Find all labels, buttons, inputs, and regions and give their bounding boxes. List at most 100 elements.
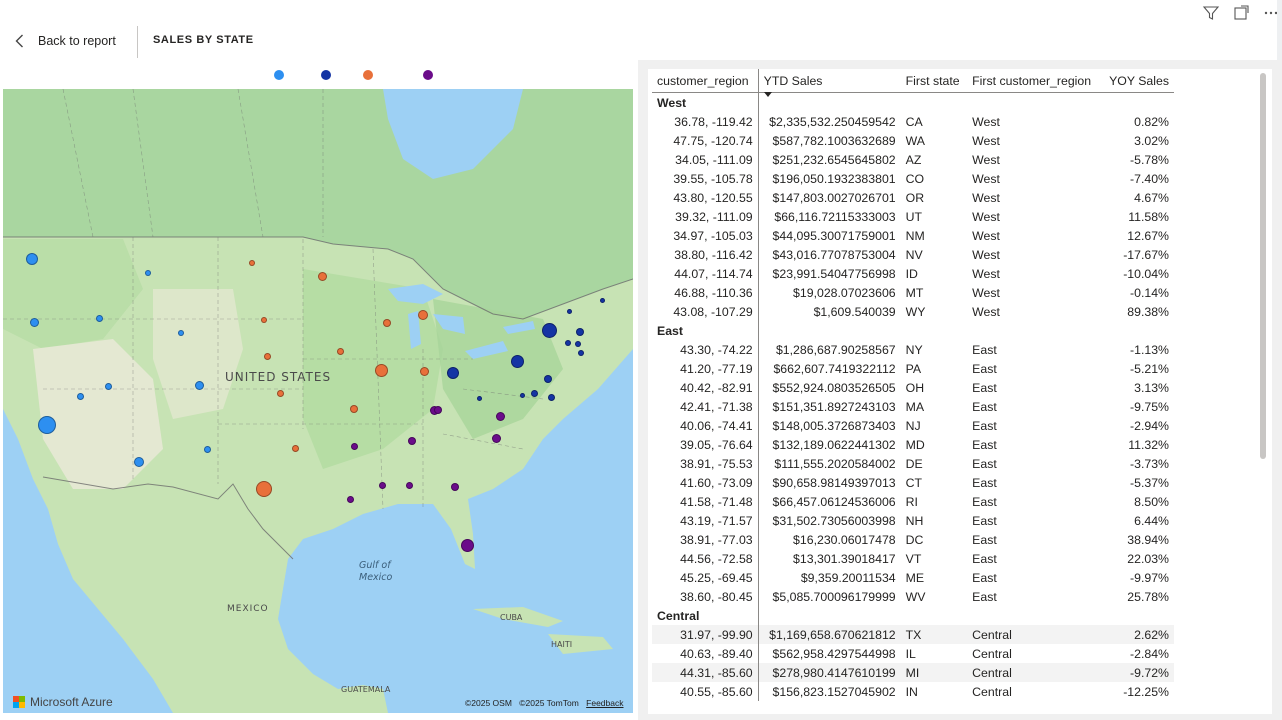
map-bubble-ia[interactable] bbox=[336, 347, 344, 355]
map-bubble-ne[interactable] bbox=[263, 352, 271, 360]
map-bubble-nm[interactable] bbox=[203, 445, 211, 453]
map-bubble-ca[interactable] bbox=[38, 416, 56, 434]
map-bubble-nc[interactable] bbox=[491, 433, 501, 443]
table-row[interactable]: 41.20, -77.19 $662,607.7419322112 PA East -5… bbox=[652, 359, 1174, 378]
col-header-first-customer-region[interactable]: First customer_region bbox=[967, 69, 1102, 93]
table-row[interactable]: 41.58, -71.48 $66,457.06124536006 RI East 8.… bbox=[652, 492, 1174, 511]
table-row[interactable]: 45.25, -69.45 $9,359.20011534 ME East -9.97% bbox=[652, 568, 1174, 587]
table-row[interactable]: 44.56, -72.58 $13,301.39018417 VT East 22.03… bbox=[652, 549, 1174, 568]
table-row[interactable]: 34.97, -105.03 $44,095.30071759001 NM West 1… bbox=[652, 226, 1174, 245]
table-row[interactable]: 31.97, -99.90 $1,169,658.670621812 TX Centr… bbox=[652, 625, 1174, 644]
map-bubble-ut[interactable] bbox=[104, 382, 112, 390]
vertical-scrollbar[interactable] bbox=[1260, 73, 1266, 459]
focus-mode-icon[interactable] bbox=[1230, 2, 1252, 24]
map-bubble-mt[interactable] bbox=[145, 270, 151, 276]
map-bubble-pa[interactable] bbox=[510, 354, 524, 368]
cell-state: WV bbox=[905, 589, 926, 604]
col-header-yoy-sales[interactable]: YOY Sales bbox=[1101, 69, 1174, 93]
table-row[interactable]: 40.06, -74.41 $148,005.3726873403 NJ East -2… bbox=[652, 416, 1174, 435]
table-row[interactable]: 36.78, -119.42 $2,335,532.250459542 CA West… bbox=[652, 112, 1174, 131]
table-row[interactable]: 40.55, -85.60 $156,823.1527045902 IN Centra… bbox=[652, 682, 1174, 701]
map-bubble-vt[interactable] bbox=[566, 308, 572, 314]
table-row[interactable]: 44.31, -85.60 $278,980.4147610199 MI Centra… bbox=[652, 663, 1174, 682]
cell-ytd-sales: $147,803.0027026701 bbox=[758, 188, 901, 207]
map-bubble-ri[interactable] bbox=[575, 341, 581, 347]
table-row[interactable]: 43.19, -71.57 $31,502.73056003998 NH East 6.… bbox=[652, 511, 1174, 530]
table-row[interactable]: 43.80, -120.55 $147,803.0027026701 OR West 4… bbox=[652, 188, 1174, 207]
map-bubble-wi[interactable] bbox=[383, 319, 391, 327]
map-bubble-nv[interactable] bbox=[76, 392, 84, 400]
table-row[interactable]: 38.91, -75.53 $111,555.2020584002 DE East -3… bbox=[652, 454, 1174, 473]
map-bubble-ct[interactable] bbox=[565, 340, 571, 346]
table-row[interactable]: 41.60, -73.09 $90,658.98149397013 CT East -5… bbox=[652, 473, 1174, 492]
map-bubble-la[interactable] bbox=[346, 495, 354, 503]
table-row[interactable]: 38.91, -77.03 $16,230.06017478 DC East 38.94… bbox=[652, 530, 1174, 549]
table-row[interactable]: 34.05, -111.09 $251,232.6545645802 AZ West -… bbox=[652, 150, 1174, 169]
map-bubble-mo[interactable] bbox=[350, 405, 358, 413]
table-row[interactable]: 39.32, -111.09 $66,116.72115333003 UT West 1… bbox=[652, 207, 1174, 226]
table-row[interactable]: 40.63, -89.40 $562,958.4297544998 IL Centra… bbox=[652, 644, 1174, 663]
map-bubble-az[interactable] bbox=[134, 457, 144, 467]
map-bubble-ms[interactable] bbox=[405, 481, 413, 489]
map-bubble-ks[interactable] bbox=[276, 389, 284, 397]
table-row[interactable]: 40.42, -82.91 $552,924.0803526505 OH East 3.… bbox=[652, 378, 1174, 397]
table-container[interactable]: customer_region YTD Sales First state Fi… bbox=[648, 69, 1272, 714]
table-row[interactable]: 43.08, -107.29 $1,609.540039 WY West 89.38% bbox=[652, 302, 1174, 321]
map-bubble-nd[interactable] bbox=[249, 260, 255, 266]
map-bubble-ok[interactable] bbox=[291, 444, 299, 452]
map-bubble-il[interactable] bbox=[374, 363, 388, 377]
map-bubble-fl[interactable] bbox=[460, 538, 474, 552]
map-bubble-ky[interactable] bbox=[434, 406, 442, 414]
col-header-ytd-sales[interactable]: YTD Sales bbox=[758, 69, 901, 97]
table-row[interactable]: 44.07, -114.74 $23,991.54047756998 ID West -… bbox=[652, 264, 1174, 283]
map-bubble-ny[interactable] bbox=[541, 322, 557, 338]
filter-icon[interactable] bbox=[1200, 2, 1222, 24]
map-bubble-nj[interactable] bbox=[544, 375, 552, 383]
table-row[interactable]: 38.80, -116.42 $43,016.77078753004 NV West -… bbox=[652, 245, 1174, 264]
table-row[interactable]: 42.41, -71.38 $151,351.8927243103 MA East -9… bbox=[652, 397, 1174, 416]
map-bubble-wv[interactable] bbox=[476, 395, 482, 401]
back-to-report-button[interactable]: Back to report bbox=[12, 28, 116, 54]
map-bubble-or[interactable] bbox=[29, 317, 39, 327]
col-header-first-state[interactable]: First state bbox=[900, 69, 968, 93]
table-row[interactable]: 39.05, -76.64 $132,189.0622441302 MD East 11… bbox=[652, 435, 1174, 454]
map-bubble-sc[interactable] bbox=[451, 483, 459, 491]
map-bubble-ar[interactable] bbox=[350, 442, 358, 450]
map-bubble-me[interactable] bbox=[599, 297, 605, 303]
legend-dot-west[interactable] bbox=[274, 70, 284, 80]
map-bubble-va[interactable] bbox=[495, 411, 505, 421]
map-visual[interactable]: UNITED STATES Gulf of Mexico MEXICO CUBA… bbox=[3, 89, 633, 713]
map-bubble-in[interactable] bbox=[419, 366, 429, 376]
map-bubble-tn[interactable] bbox=[408, 437, 416, 445]
map-bubble-co[interactable] bbox=[194, 380, 204, 390]
legend-dot-east[interactable] bbox=[321, 70, 331, 80]
map-bubble-mn[interactable] bbox=[317, 271, 327, 281]
map-bubble-sd[interactable] bbox=[261, 317, 267, 323]
cell-state: NY bbox=[900, 340, 968, 359]
gulf-label-2: Mexico bbox=[359, 572, 393, 583]
cell-yoy-sales: -5.37% bbox=[1130, 475, 1169, 490]
table-row[interactable]: 47.75, -120.74 $587,782.1003632689 WA West 3… bbox=[652, 131, 1174, 150]
table-row[interactable]: 43.30, -74.22 $1,286,687.90258567 NY East -1… bbox=[652, 340, 1174, 359]
map-bubble-tx[interactable] bbox=[256, 481, 272, 497]
cell-coordinates: 41.60, -73.09 bbox=[652, 473, 759, 492]
map-bubble-de[interactable] bbox=[547, 393, 555, 401]
map-bubble-al[interactable] bbox=[378, 481, 386, 489]
map-bubble-oh[interactable] bbox=[447, 367, 459, 379]
map-bubble-mi[interactable] bbox=[418, 310, 428, 320]
col-header-customer-region[interactable]: customer_region bbox=[652, 69, 759, 93]
map-bubble-wy[interactable] bbox=[178, 330, 184, 336]
map-bubble-dc[interactable] bbox=[519, 392, 525, 398]
legend-dot-south[interactable] bbox=[423, 70, 433, 80]
legend-dot-central[interactable] bbox=[363, 70, 373, 80]
map-bubble-md[interactable] bbox=[530, 389, 538, 397]
map-bubble-nh[interactable] bbox=[578, 350, 584, 356]
table-row[interactable]: 46.88, -110.36 $19,028.07023606 MT West -0.1… bbox=[652, 283, 1174, 302]
cell-state: WY bbox=[900, 302, 968, 321]
table-row[interactable]: 38.60, -80.45 $5,085.700096179999 WV East 25… bbox=[652, 587, 1174, 606]
feedback-link[interactable]: Feedback bbox=[586, 698, 623, 708]
map-bubble-wa[interactable] bbox=[26, 253, 38, 265]
table-row[interactable]: 39.55, -105.78 $196,050.1932383801 CO West -… bbox=[652, 169, 1174, 188]
map-bubble-ma[interactable] bbox=[576, 328, 584, 336]
map-bubble-id[interactable] bbox=[95, 314, 103, 322]
